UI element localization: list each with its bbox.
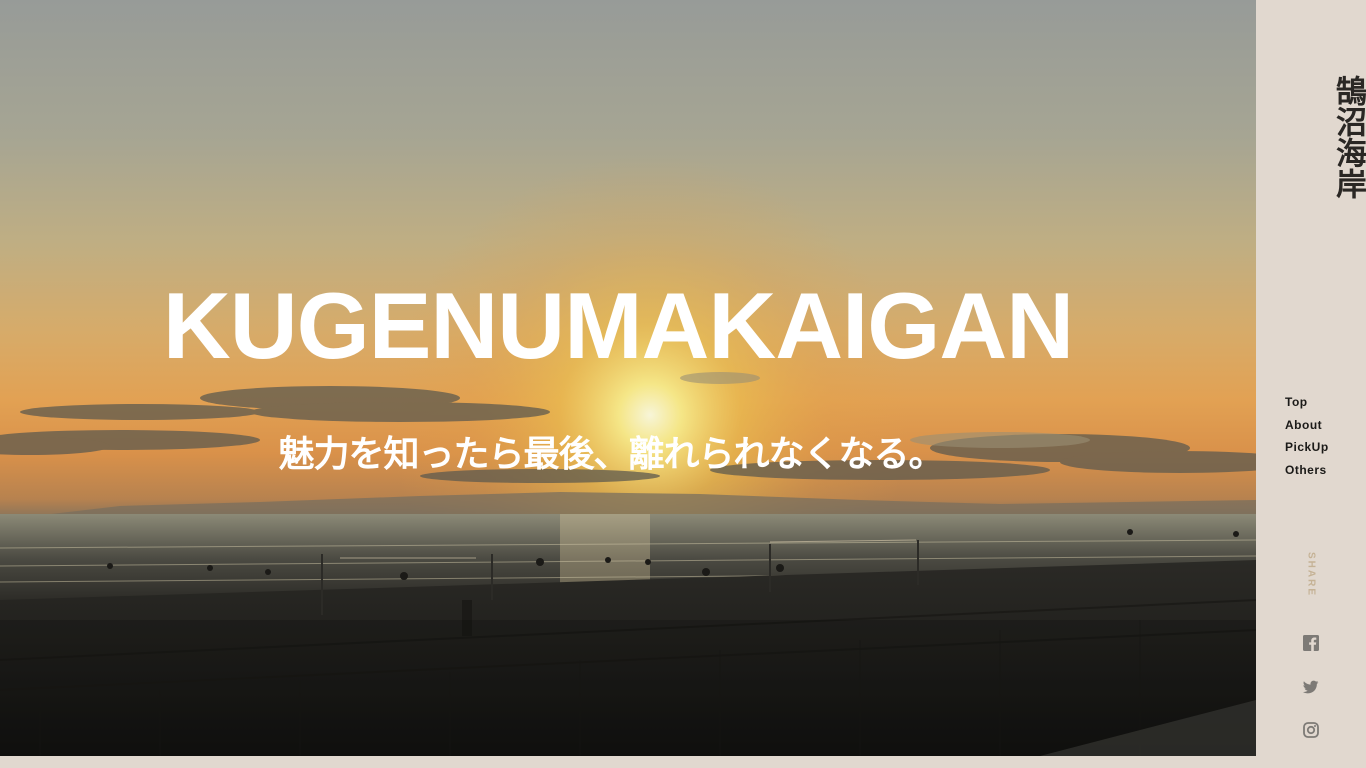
hero-title: KUGENUMAKAIGAN [162,273,1074,378]
facebook-share-button[interactable] [1303,635,1319,651]
instagram-icon [1303,722,1319,738]
nav-link-others[interactable]: Others [1285,463,1327,477]
facebook-icon [1303,635,1319,651]
sidebar: 鵠沼海岸 Top About PickUp Others SHARE [1256,0,1366,768]
share-label: SHARE [1305,552,1317,598]
hero-section: KUGENUMAKAIGAN 魅力を知ったら最後、離れられなくなる。 [0,0,1256,756]
instagram-share-button[interactable] [1303,722,1319,738]
nav-item-top: Top [1285,391,1329,414]
site-logo[interactable]: 鵠沼海岸 [1256,62,1366,212]
hero-background-photo [0,0,1256,756]
twitter-icon [1303,680,1319,694]
nav-item-others: Others [1285,459,1329,482]
nav-item-pickup: PickUp [1285,436,1329,459]
nav-link-top[interactable]: Top [1285,395,1308,409]
share-label-wrap: SHARE [1256,552,1366,606]
twitter-share-button[interactable] [1303,679,1319,695]
hero-tagline: 魅力を知ったら最後、離れられなくなる。 [278,434,944,475]
nav-item-about: About [1285,414,1329,437]
main-nav: Top About PickUp Others [1285,391,1329,482]
nav-link-pickup[interactable]: PickUp [1285,440,1329,454]
nav-link-about[interactable]: About [1285,418,1322,432]
